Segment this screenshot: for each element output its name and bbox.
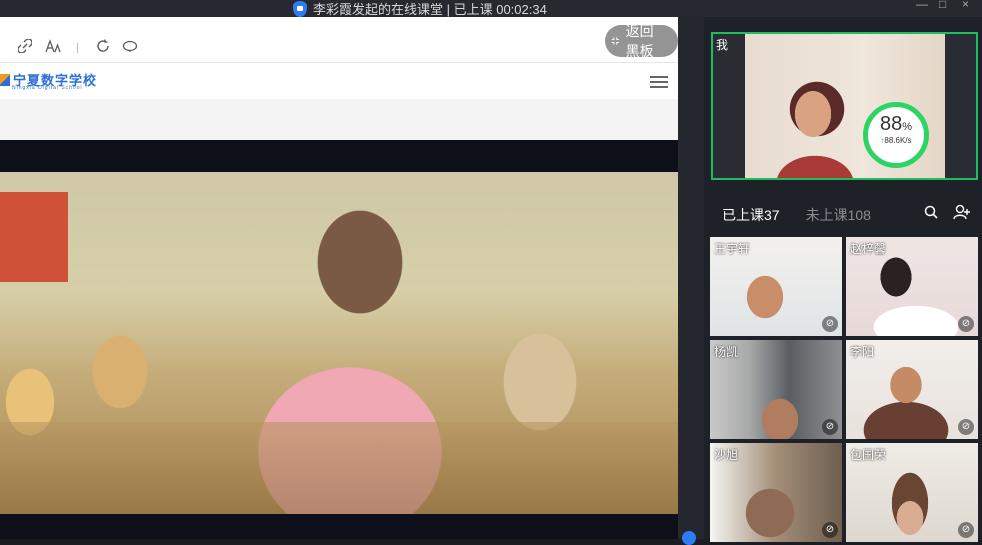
network-percent: 88% (868, 113, 924, 136)
attendance-tabs: 已上课37 未上课108 (722, 205, 871, 225)
student-tile[interactable]: 李阳 ⊘ (846, 340, 978, 439)
search-icon[interactable] (924, 205, 938, 219)
self-video-tile[interactable]: 我 88% ↑88.6K/s (711, 32, 978, 180)
student-tile[interactable]: 王宇轩 ⊘ (710, 237, 842, 336)
add-user-icon[interactable] (953, 204, 971, 220)
student-name: 杨凯 (714, 345, 739, 359)
browser-window: 宁夏数字学校 Ningxia Digital School 返回黑板 (0, 17, 678, 140)
student-tile[interactable]: 杨凯 ⊘ (710, 340, 842, 439)
mic-muted-icon[interactable]: ⊘ (958, 316, 974, 332)
close-button[interactable]: × (962, 0, 969, 11)
mic-muted-icon[interactable]: ⊘ (822, 419, 838, 435)
classroom-video (0, 172, 678, 514)
mic-muted-icon[interactable]: ⊘ (958, 419, 974, 435)
percent-sign: % (902, 121, 913, 133)
mic-muted-icon[interactable]: ⊘ (822, 522, 838, 538)
window-title-group: 李彩霞发起的在线课堂 | 已上课 00:02:34 (293, 0, 547, 18)
shield-icon (293, 0, 307, 17)
network-speed: ↑88.6K/s (868, 136, 924, 145)
student-name: 李阳 (850, 345, 875, 359)
mic-muted-icon[interactable]: ⊘ (958, 522, 974, 538)
video-desks (0, 422, 678, 514)
collapse-icon (611, 37, 619, 45)
refresh-icon[interactable] (94, 39, 112, 57)
browser-toolbar (0, 17, 678, 63)
network-quality-indicator: 88% ↑88.6K/s (863, 102, 929, 168)
back-to-board-button[interactable]: 返回黑板 (605, 23, 678, 59)
site-header: 宁夏数字学校 Ningxia Digital School (0, 64, 678, 99)
maximize-button[interactable]: □ (939, 0, 946, 11)
link-icon[interactable] (16, 38, 34, 57)
back-to-board-label: 返回黑板 (625, 23, 654, 59)
logo-mark-icon (0, 73, 10, 86)
minimize-button[interactable]: — (916, 0, 928, 11)
cloud-icon[interactable] (121, 39, 139, 57)
student-tile[interactable]: 沙旭 ⊘ (710, 443, 842, 542)
content-band (0, 99, 678, 140)
student-name: 赵梓馨 (850, 242, 887, 256)
mic-muted-icon[interactable]: ⊘ (822, 316, 838, 332)
student-tile[interactable]: 赵梓馨 ⊘ (846, 237, 978, 336)
font-size-icon[interactable] (44, 39, 62, 57)
network-percent-value: 88 (879, 113, 903, 135)
pane-divider (678, 17, 704, 539)
window-titlebar: 李彩霞发起的在线课堂 | 已上课 00:02:34 — □ × (0, 0, 982, 17)
menu-icon[interactable] (650, 76, 668, 88)
window-title: 李彩霞发起的在线课堂 | 已上课 00:02:34 (313, 2, 547, 17)
student-name: 王宇轩 (714, 242, 751, 256)
self-label: 我 (716, 38, 729, 52)
shared-screen-pane: 宁夏数字学校 Ningxia Digital School 返回黑板 (0, 17, 678, 539)
student-name: 包国荣 (850, 448, 887, 462)
student-name: 沙旭 (714, 448, 739, 462)
video-blackboard (0, 192, 68, 282)
logo-subtitle: Ningxia Digital School (12, 85, 83, 91)
network-speed-value: 88.6K/s (884, 136, 912, 145)
status-dot-icon (682, 531, 696, 545)
student-tile[interactable]: 包国荣 ⊘ (846, 443, 978, 542)
tab-attended[interactable]: 已上课37 (722, 205, 780, 225)
tab-not-attended[interactable]: 未上课108 (806, 205, 871, 225)
toolbar-divider (77, 43, 78, 53)
